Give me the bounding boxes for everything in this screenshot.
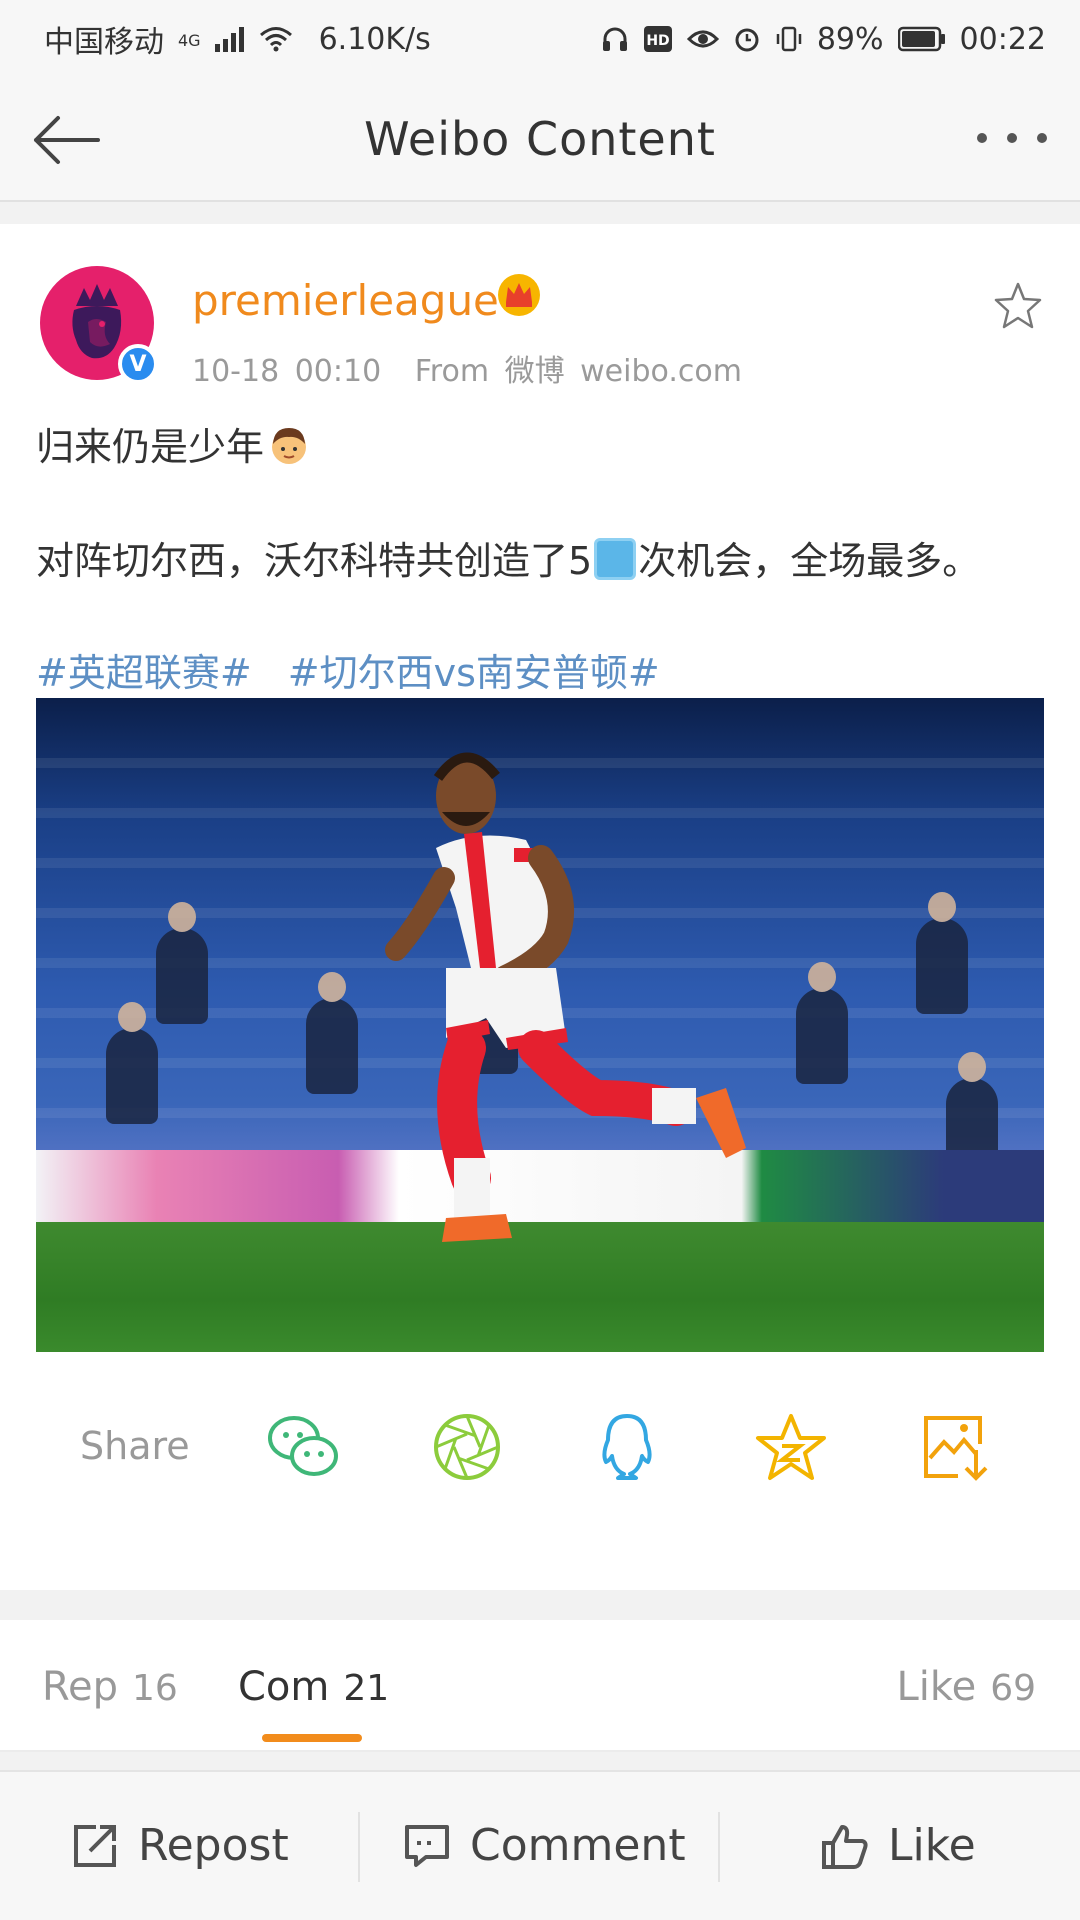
- verified-badge-icon: V: [118, 344, 158, 384]
- wifi-icon: [259, 26, 293, 52]
- boy-emoji-icon: [268, 424, 310, 466]
- vibrate-icon: [775, 25, 803, 53]
- like-button[interactable]: Like: [820, 1820, 976, 1871]
- share-qzone-button[interactable]: [754, 1410, 828, 1484]
- like-label: Like: [888, 1820, 976, 1871]
- page-title: Weibo Content: [364, 112, 716, 166]
- comment-button[interactable]: Comment: [402, 1820, 686, 1871]
- like-count: 69: [990, 1668, 1036, 1709]
- share-wechat-button[interactable]: [266, 1410, 340, 1484]
- tab-comments[interactable]: Com 21: [238, 1664, 389, 1710]
- clock: 00:22: [959, 21, 1046, 57]
- share-qq-button[interactable]: [590, 1410, 664, 1484]
- network-type: 4G: [178, 31, 201, 50]
- battery-percent: 89%: [816, 21, 884, 57]
- qq-icon: [602, 1414, 652, 1480]
- eye-icon: [686, 27, 719, 51]
- svg-text:HD: HD: [646, 33, 669, 49]
- qzone-icon: [756, 1414, 826, 1480]
- headphones-icon: [601, 25, 629, 53]
- post-text-line-2: 对阵切尔西，沃尔科特共创造了5 次机会，全场最多。: [36, 530, 980, 585]
- tab-likes[interactable]: Like 69: [896, 1664, 1036, 1710]
- top-nav-bar: Weibo Content: [0, 78, 1080, 202]
- status-bar: 中国移动 4G 6.10K/s HD 89% 00:22: [0, 0, 1080, 78]
- post-text-line-1-text: 归来仍是少年: [36, 425, 265, 469]
- repost-label: Repost: [138, 1820, 289, 1871]
- favorite-button[interactable]: [992, 280, 1044, 332]
- repost-icon: [74, 1824, 116, 1867]
- repost-button[interactable]: Repost: [70, 1820, 289, 1871]
- tab-comments-label: Com: [238, 1664, 330, 1710]
- comment-count: 21: [343, 1668, 390, 1709]
- save-image-button[interactable]: [918, 1410, 992, 1484]
- post-text-line-2-start: 对阵切尔西，沃尔科特共创造了5: [36, 539, 593, 583]
- comment-label: Comment: [470, 1820, 686, 1871]
- post-stats-tabs: Rep 16 Com 21 Like 69: [0, 1620, 1080, 1752]
- post-card: V premierleague 10-18 00:10 From 微博 weib…: [0, 224, 1080, 1590]
- post-image[interactable]: [36, 698, 1044, 1352]
- tab-likes-label: Like: [896, 1664, 977, 1710]
- divider: [358, 1812, 360, 1882]
- share-label: Share: [80, 1424, 190, 1468]
- hashtag-row: #英超联赛# #切尔西vs南安普顿#: [36, 642, 684, 697]
- alarm-icon: [733, 25, 761, 53]
- star-outline-icon: [994, 282, 1042, 329]
- thumbs-up-icon: [822, 1824, 868, 1869]
- active-tab-indicator: [262, 1734, 362, 1742]
- post-source: From 微博 weibo.com: [414, 354, 742, 389]
- carrier-label: 中国移动: [44, 25, 164, 60]
- hd-icon: HD: [643, 25, 673, 53]
- player-figure: [385, 752, 746, 1242]
- post-meta: 10-18 00:10 From 微博 weibo.com: [192, 346, 742, 390]
- divider: [718, 1812, 720, 1882]
- username[interactable]: premierleague: [192, 276, 499, 325]
- tab-reposts-label: Rep: [42, 1664, 118, 1710]
- wechat-icon: [268, 1416, 338, 1476]
- post-time: 10-18 00:10: [192, 354, 382, 389]
- hashtag-link[interactable]: #英超联赛#: [36, 651, 252, 695]
- crown-icon[interactable]: [496, 272, 542, 318]
- battery-icon: [897, 26, 946, 52]
- post-text-line-1: 归来仍是少年: [36, 416, 310, 471]
- more-dots-icon: [977, 133, 1047, 143]
- bottom-action-bar: Repost Comment Like: [0, 1770, 1080, 1920]
- tab-reposts[interactable]: Rep 16: [42, 1664, 178, 1710]
- share-moments-button[interactable]: [430, 1410, 504, 1484]
- moments-icon: [434, 1414, 500, 1480]
- share-row: Share: [0, 1398, 1080, 1494]
- signal-icon: [214, 26, 245, 52]
- comment-icon: [405, 1824, 449, 1867]
- repost-count: 16: [132, 1668, 178, 1709]
- network-speed: 6.10K/s: [318, 21, 431, 57]
- keycap-emoji-icon: [594, 538, 637, 580]
- hashtag-link[interactable]: #切尔西vs南安普顿#: [288, 651, 660, 695]
- save-image-icon: [924, 1416, 988, 1481]
- more-button[interactable]: [974, 126, 1050, 150]
- post-text-line-2-end: 次机会，全场最多。: [638, 539, 981, 583]
